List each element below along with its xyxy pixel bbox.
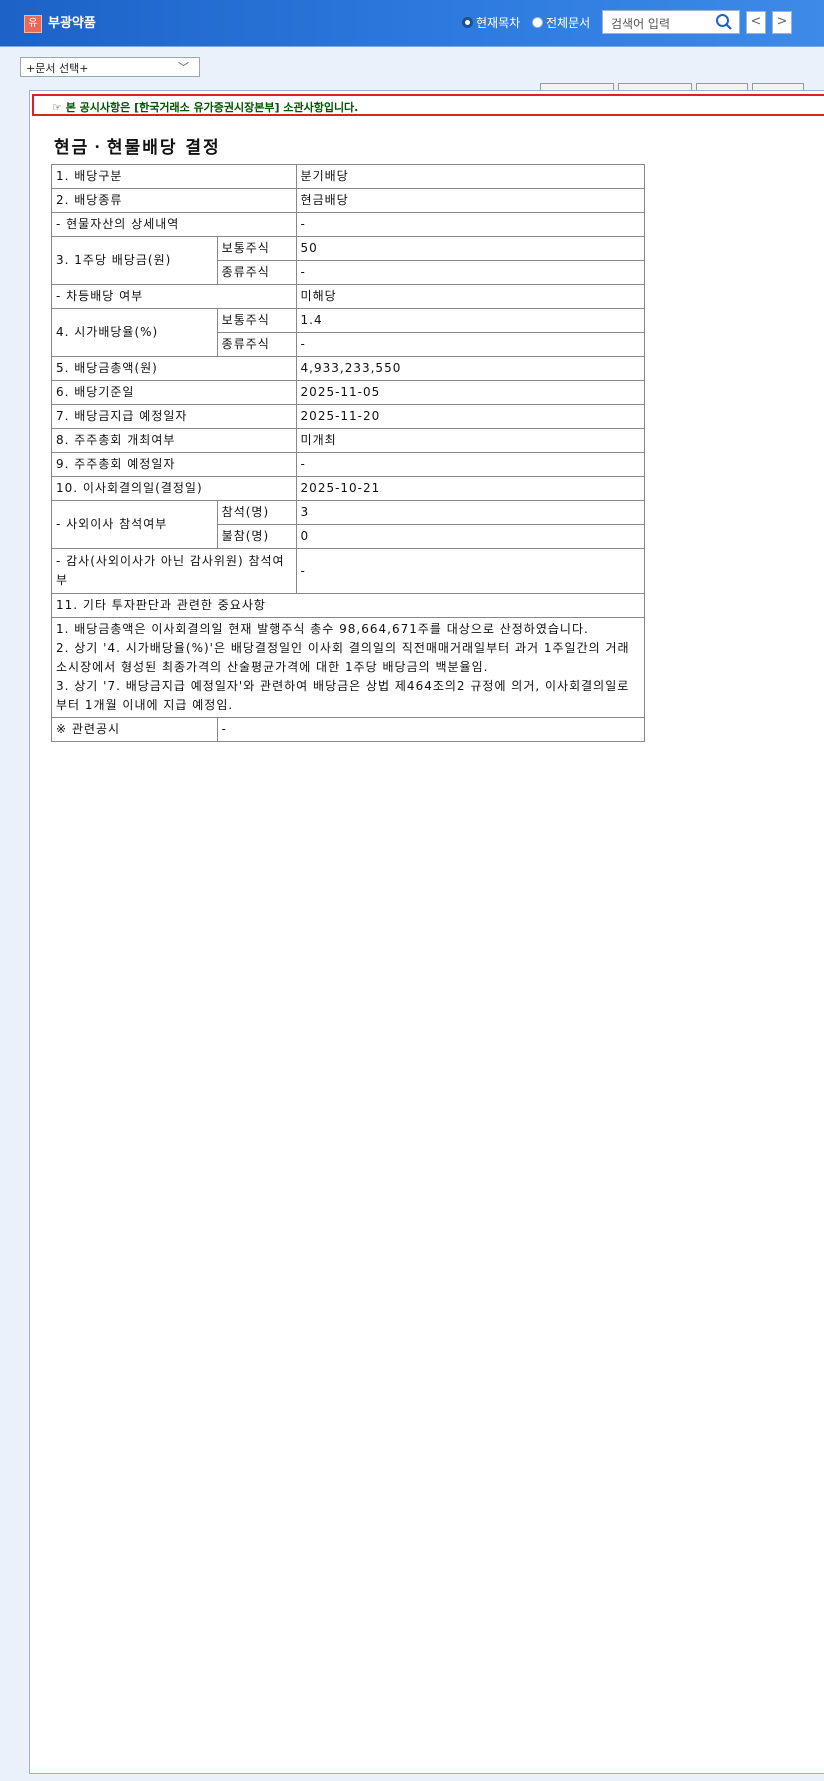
radio-all-docs[interactable]: 전체문서 [532,14,590,31]
search-input[interactable]: 검색어 입력 [602,10,740,34]
row-label: 1. 배당구분 [51,164,297,189]
document-select[interactable]: +문서 선택+ ﹀ [20,57,200,77]
row-value: - [295,212,646,237]
document-viewer: ☞ 본 공시사항은 [한국거래소 유가증권시장본부] 소관사항입니다. 현금ㆍ현… [29,90,824,1774]
row-label: - 감사(사외이사가 아닌 감사위원) 참석여부 [51,548,297,594]
row-label: 11. 기타 투자판단과 관련한 중요사항 [51,593,645,618]
note-item: 2. 상기 '4. 시가배당율(%)'은 배당결정일인 이사회 결의일의 직전매… [56,641,630,674]
row-value: 미개최 [295,428,646,453]
row-label: 8. 주주총회 개최여부 [51,428,297,453]
company-name: 부광약품 [48,16,96,31]
row-label: - 차등배당 여부 [51,284,297,309]
company-logo-icon: 유 [24,15,42,33]
row-sublabel: 보통주식 [216,308,297,333]
row-label: 9. 주주총회 예정일자 [51,452,297,477]
row-label: 4. 시가배당율(%) [51,308,218,357]
table-row: 1. 배당구분 분기배당 [51,164,646,189]
chevron-down-icon: ﹀ [178,61,189,74]
table-row: 2. 배당종류 현금배당 [51,188,646,213]
row-value: - [216,717,646,742]
row-label: 5. 배당금총액(원) [51,356,297,381]
search-placeholder: 검색어 입력 [611,17,671,31]
table-row: 6. 배당기준일 2025-11-05 [51,380,646,405]
row-value: 50 [295,236,646,261]
row-label: ※ 관련공시 [51,717,218,742]
top-bar: 유 부광약품 현재목차 전체문서 검색어 입력 < > [0,0,824,47]
row-sublabel: 보통주식 [216,236,297,261]
document-select-value: +문서 선택+ [26,62,89,75]
table-row: 11. 기타 투자판단과 관련한 중요사항 [51,593,645,618]
row-value: - [295,548,646,594]
radio-off-icon[interactable] [532,17,543,28]
row-sublabel: 참석(명) [216,500,297,525]
row-label: 2. 배당종류 [51,188,297,213]
row-label: 3. 1주당 배당금(원) [51,236,218,285]
page-title: 현금ㆍ현물배당 결정 [54,138,221,158]
row-value: 2025-11-20 [295,404,646,429]
row-value: - [295,452,646,477]
row-value: 2025-11-05 [295,380,646,405]
table-row: 8. 주주총회 개최여부 미개최 [51,428,646,453]
row-label: - 사외이사 참석여부 [51,500,218,549]
row-label: 6. 배당기준일 [51,380,297,405]
table-row: - 차등배당 여부 미해당 [51,284,646,309]
next-button[interactable]: > [772,11,792,34]
dividend-table: 1. 배당구분 분기배당 2. 배당종류 현금배당 - 현물자산의 상세내역 -… [51,164,646,742]
jurisdiction-notice: ☞ 본 공시사항은 [한국거래소 유가증권시장본부] 소관사항입니다. [32,94,824,116]
note-item: 3. 상기 '7. 배당금지급 예정일자'와 관련하여 배당금은 상법 제464… [56,679,630,712]
row-value: 0 [295,524,646,549]
row-value: 미해당 [295,284,646,309]
radio-on-icon[interactable] [462,17,473,28]
radio-all-label: 전체문서 [546,16,591,30]
search-icon[interactable] [715,13,733,31]
row-sublabel: 종류주식 [216,332,297,357]
note-item: 1. 배당금총액은 이사회결의일 현재 발행주식 총수 98,664,671주를… [56,622,589,636]
table-row: 10. 이사회결의일(결정일) 2025-10-21 [51,476,646,501]
radio-current-toc[interactable]: 현재목차 [462,14,520,31]
table-row: 7. 배당금지급 예정일자 2025-11-20 [51,404,646,429]
table-row: 1. 배당금총액은 이사회결의일 현재 발행주식 총수 98,664,671주를… [51,617,645,718]
table-row: 5. 배당금총액(원) 4,933,233,550 [51,356,646,381]
row-value: 분기배당 [295,164,646,189]
row-value: 3 [295,500,646,525]
table-row: 3. 1주당 배당금(원) 보통주식 50 [51,236,646,285]
row-sublabel: 불참(명) [216,524,297,549]
table-row: 9. 주주총회 예정일자 - [51,452,646,477]
row-label: 7. 배당금지급 예정일자 [51,404,297,429]
prev-button[interactable]: < [746,11,766,34]
table-row: ※ 관련공시 - [51,717,646,742]
row-value: 현금배당 [295,188,646,213]
row-value: 4,933,233,550 [295,356,646,381]
row-value: 2025-10-21 [295,476,646,501]
table-row: - 사외이사 참석여부 참석(명) 3 [51,500,646,549]
row-value: - [295,260,646,285]
row-label: - 현물자산의 상세내역 [51,212,297,237]
table-row: 4. 시가배당율(%) 보통주식 1.4 [51,308,646,357]
row-sublabel: 종류주식 [216,260,297,285]
notes-cell: 1. 배당금총액은 이사회결의일 현재 발행주식 총수 98,664,671주를… [51,617,645,718]
row-value: - [295,332,646,357]
table-row: - 현물자산의 상세내역 - [51,212,646,237]
row-label: 10. 이사회결의일(결정일) [51,476,297,501]
radio-current-label: 현재목차 [476,16,521,30]
row-value: 1.4 [295,308,646,333]
table-row: - 감사(사외이사가 아닌 감사위원) 참석여부 - [51,548,646,594]
